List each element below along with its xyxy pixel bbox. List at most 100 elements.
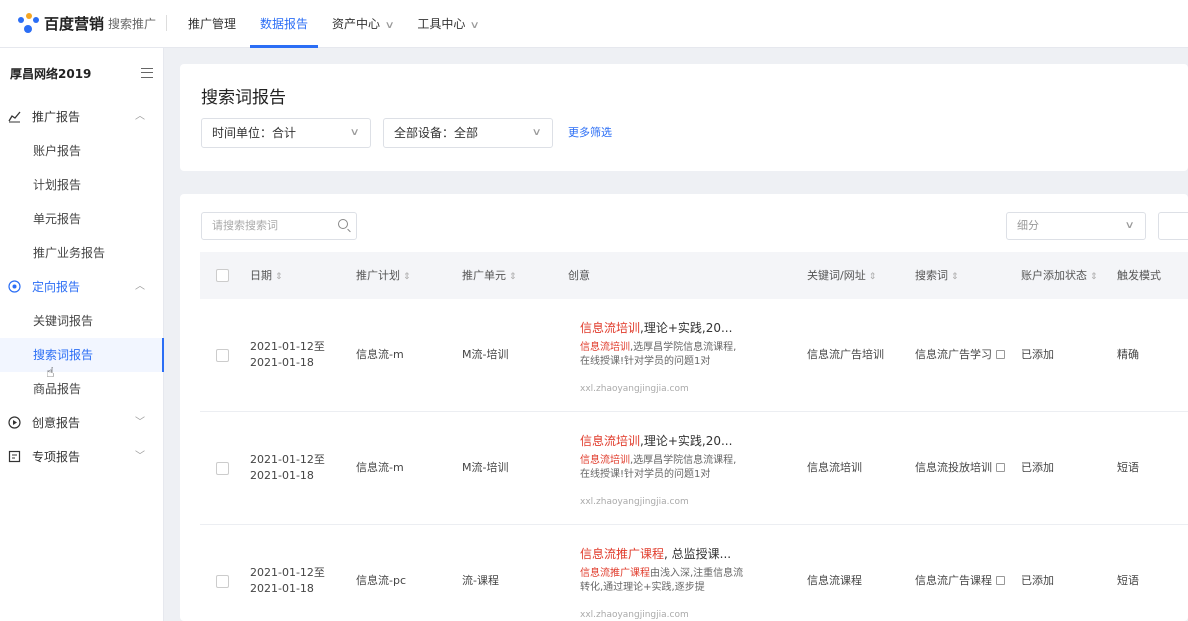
top-navbar: 百度营销 搜索推广 推广管理 数据报告 资产中心 ∨ 工具中心 ∨ bbox=[0, 0, 1188, 48]
chevron-down-icon: ∨ bbox=[469, 20, 481, 31]
column-header-keyword[interactable]: 关键词/网址 ⇕ bbox=[807, 252, 876, 301]
chevron-up-icon: ︿ bbox=[135, 281, 145, 292]
details-icon[interactable] bbox=[996, 463, 1005, 472]
cell-date: 2021-01-12至2021-01-18 bbox=[250, 566, 325, 595]
column-header-trigger: 触发模式 bbox=[1117, 269, 1161, 282]
sort-icon: ⇕ bbox=[868, 272, 877, 282]
details-icon[interactable] bbox=[996, 576, 1005, 585]
sidebar-group-targeting-reports[interactable]: 定向报告 ︿ bbox=[0, 270, 163, 304]
toolbar-button[interactable] bbox=[1158, 212, 1188, 240]
nav-promotion-management[interactable]: 推广管理 bbox=[176, 0, 248, 48]
target-icon bbox=[8, 280, 21, 293]
sidebar: 厚昌网络2019 推广报告 ︿ 账户报告 计划报告 单元报告 推广业务报告 定向… bbox=[0, 48, 164, 621]
report-icon bbox=[8, 450, 21, 463]
cell-unit: M流-培训 bbox=[462, 348, 509, 361]
cell-unit: 流-课程 bbox=[462, 574, 499, 587]
column-header-unit[interactable]: 推广单元 ⇕ bbox=[462, 252, 517, 301]
account-name: 厚昌网络2019 bbox=[0, 48, 163, 100]
cell-date: 2021-01-12至2021-01-18 bbox=[250, 453, 325, 482]
table-row[interactable]: 2021-01-12至2021-01-18 信息流-m M流-培训 信息流培训,… bbox=[200, 412, 1188, 525]
nav-tool-center[interactable]: 工具中心 ∨ bbox=[405, 0, 490, 48]
row-checkbox[interactable] bbox=[216, 349, 229, 362]
sidebar-group-creative-reports[interactable]: 创意报告 ﹀ bbox=[0, 406, 163, 440]
cell-trigger: 短语 bbox=[1117, 461, 1139, 474]
row-checkbox[interactable] bbox=[216, 462, 229, 475]
search-icon[interactable] bbox=[338, 219, 348, 229]
table-row[interactable]: 2021-01-12至2021-01-18 信息流-pc 流-课程 信息流推广课… bbox=[200, 525, 1188, 621]
sidebar-item-product-report[interactable]: 商品报告 bbox=[0, 372, 163, 406]
nav-data-reports[interactable]: 数据报告 bbox=[248, 0, 320, 48]
cell-search-term: 信息流投放培训 bbox=[915, 460, 1005, 476]
report-table-card: 请搜索搜索词 细分 ∨ 日期 ⇕ 推广计划 ⇕ 推广单元 ⇕ 创意 关键词/网址 ⇕ 搜… bbox=[180, 194, 1188, 621]
page-title: 搜索词报告 bbox=[201, 88, 286, 108]
cell-status: 已添加 bbox=[1021, 348, 1054, 361]
device-select[interactable]: 全部设备：全部 ∨ bbox=[383, 118, 553, 148]
sidebar-group-special-reports[interactable]: 专项报告 ﹀ bbox=[0, 440, 163, 474]
nav-asset-center[interactable]: 资产中心 ∨ bbox=[320, 0, 405, 48]
creative-url: xxl.zhaoyangjingjia.com bbox=[580, 610, 689, 620]
sidebar-item-account-report[interactable]: 账户报告 bbox=[0, 134, 163, 168]
sort-icon: ⇕ bbox=[509, 272, 517, 282]
sidebar-item-unit-report[interactable]: 单元报告 bbox=[0, 202, 163, 236]
cell-search-term: 信息流广告学习 bbox=[915, 347, 1005, 363]
cell-plan: 信息流-m bbox=[356, 348, 404, 361]
sort-icon: ⇕ bbox=[275, 272, 283, 282]
sort-icon: ⇕ bbox=[1090, 272, 1098, 282]
sidebar-group-promotion-reports[interactable]: 推广报告 ︿ bbox=[0, 100, 163, 134]
chevron-down-icon: ∨ bbox=[1124, 220, 1135, 231]
cell-keyword: 信息流广告培训 bbox=[807, 348, 884, 361]
cell-creative[interactable]: 信息流推广课程, 总监授课... 信息流推广课程由浅入深,注重信息流转化,通过理… bbox=[580, 545, 744, 621]
baidu-logo-icon bbox=[18, 13, 40, 33]
cell-creative[interactable]: 信息流培训,理论+实践,20... 信息流培训,选厚昌学院信息流课程,在线授课!… bbox=[580, 319, 744, 396]
brand-subtitle: 搜索推广 bbox=[108, 16, 157, 31]
table-row[interactable]: 2021-01-12至2021-01-18 信息流-m M流-培训 信息流培训,… bbox=[200, 299, 1188, 412]
brand-name: 百度营销 bbox=[44, 14, 105, 33]
cell-trigger: 精确 bbox=[1117, 348, 1139, 361]
column-header-status[interactable]: 账户添加状态 ⇕ bbox=[1021, 252, 1098, 301]
creative-url: xxl.zhaoyangjingjia.com bbox=[580, 497, 689, 507]
chevron-down-icon: ∨ bbox=[531, 127, 542, 138]
column-header-date[interactable]: 日期 ⇕ bbox=[250, 252, 283, 301]
brand[interactable]: 百度营销 搜索推广 bbox=[18, 12, 168, 34]
cell-plan: 信息流-pc bbox=[356, 574, 406, 587]
time-unit-select[interactable]: 时间单位：合计 ∨ bbox=[201, 118, 371, 148]
cell-plan: 信息流-m bbox=[356, 461, 404, 474]
main-nav: 推广管理 数据报告 资产中心 ∨ 工具中心 ∨ bbox=[176, 0, 491, 48]
play-circle-icon bbox=[8, 416, 21, 429]
table-header: 日期 ⇕ 推广计划 ⇕ 推广单元 ⇕ 创意 关键词/网址 ⇕ 搜索词 ⇕ 账户添加状态 ⇕ … bbox=[200, 252, 1188, 299]
cell-trigger: 短语 bbox=[1117, 574, 1139, 587]
column-header-search-term[interactable]: 搜索词 ⇕ bbox=[915, 252, 959, 301]
chart-line-icon bbox=[8, 110, 21, 123]
report-header: 搜索词报告 时间单位：合计 ∨ 全部设备：全部 ∨ 更多筛选 bbox=[180, 64, 1188, 171]
column-header-plan[interactable]: 推广计划 ⇕ bbox=[356, 252, 411, 301]
chevron-up-icon: ︿ bbox=[135, 111, 145, 122]
cell-keyword: 信息流课程 bbox=[807, 574, 862, 587]
segment-select[interactable]: 细分 ∨ bbox=[1006, 212, 1146, 240]
sidebar-item-plan-report[interactable]: 计划报告 bbox=[0, 168, 163, 202]
select-all-checkbox[interactable] bbox=[216, 269, 229, 282]
sidebar-item-keyword-report[interactable]: 关键词报告 bbox=[0, 304, 163, 338]
chevron-down-icon: ∨ bbox=[384, 20, 395, 31]
cell-unit: M流-培训 bbox=[462, 461, 509, 474]
sidebar-item-search-term-report[interactable]: 搜索词报告 ☝ bbox=[0, 338, 164, 381]
chevron-down-icon: ﹀ bbox=[135, 417, 145, 428]
sidebar-item-business-report[interactable]: 推广业务报告 bbox=[0, 236, 163, 270]
chevron-down-icon: ∨ bbox=[349, 127, 360, 138]
cell-status: 已添加 bbox=[1021, 574, 1054, 587]
cell-status: 已添加 bbox=[1021, 461, 1054, 474]
column-header-creative: 创意 bbox=[568, 269, 590, 282]
sort-icon: ⇕ bbox=[403, 272, 411, 282]
sort-icon: ⇕ bbox=[951, 272, 959, 282]
more-filters-link[interactable]: 更多筛选 bbox=[568, 118, 612, 148]
cell-keyword: 信息流培训 bbox=[807, 461, 862, 474]
details-icon[interactable] bbox=[996, 350, 1005, 359]
search-term-input[interactable]: 请搜索搜索词 bbox=[201, 212, 357, 240]
row-checkbox[interactable] bbox=[216, 575, 229, 588]
cell-date: 2021-01-12至2021-01-18 bbox=[250, 340, 325, 369]
brand-divider bbox=[166, 15, 168, 31]
creative-url: xxl.zhaoyangjingjia.com bbox=[580, 384, 689, 394]
chevron-down-icon: ﹀ bbox=[135, 451, 145, 462]
collapse-menu-icon[interactable] bbox=[141, 68, 153, 78]
cell-search-term: 信息流广告课程 bbox=[915, 573, 1005, 589]
cell-creative[interactable]: 信息流培训,理论+实践,20... 信息流培训,选厚昌学院信息流课程,在线授课!… bbox=[580, 432, 744, 509]
